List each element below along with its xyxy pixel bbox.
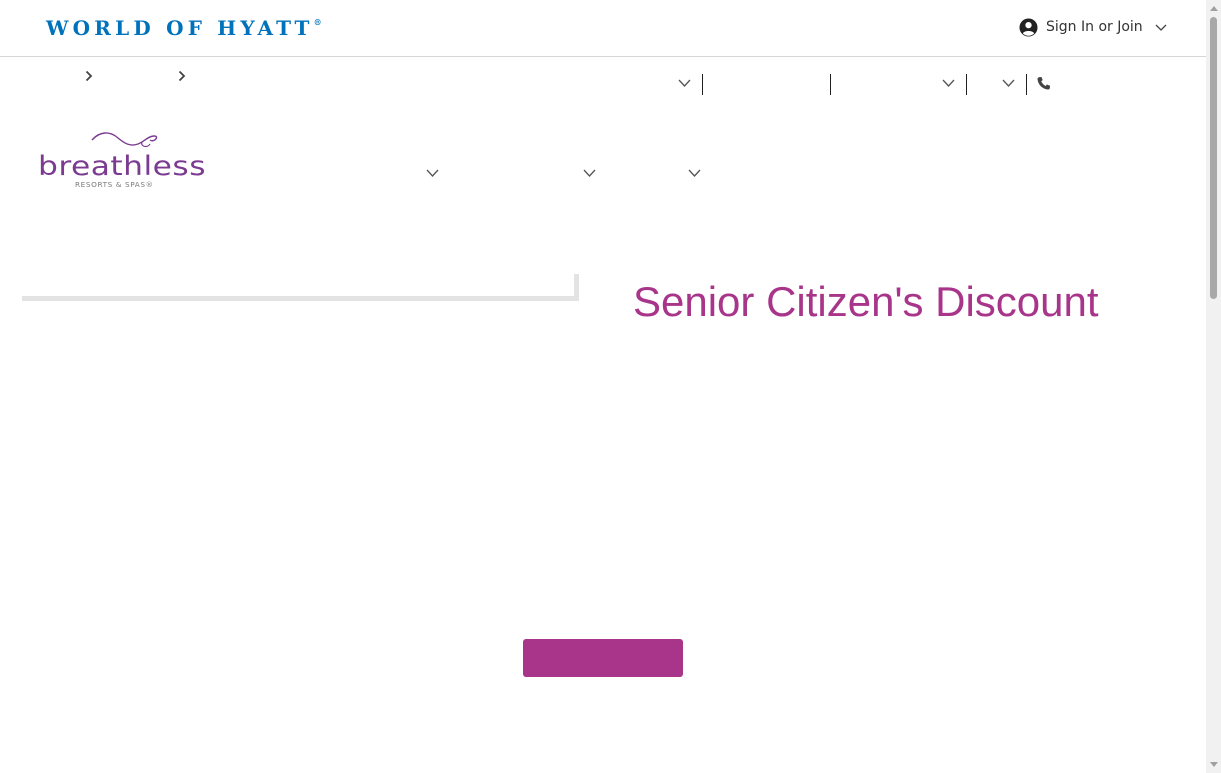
top-bar: WORLD OF HYATT® Sign In or Join [0, 0, 1206, 57]
breadcrumb-chevron-right-icon [178, 70, 186, 82]
user-circle-icon [1019, 17, 1038, 37]
resorts-and-spas-subtext: RESORTS & SPAS® [75, 180, 154, 189]
phone-icon[interactable] [1036, 76, 1051, 91]
sign-in-or-join-button[interactable]: Sign In or Join [1019, 17, 1167, 37]
world-of-hyatt-logo[interactable]: WORLD OF HYATT® [46, 16, 322, 40]
breathless-resorts-logo[interactable]: breathless RESORTS & SPAS® [38, 130, 210, 190]
utility-divider [702, 74, 703, 95]
utility-menu-chevron-down-icon[interactable] [678, 78, 691, 88]
utility-menu-chevron-down-icon[interactable] [942, 78, 955, 88]
utility-divider [830, 74, 831, 95]
offer-image-frame [22, 274, 579, 301]
breadcrumb-chevron-right-icon [85, 70, 93, 82]
main-nav-chevron-down-icon[interactable] [583, 168, 596, 178]
world-of-hyatt-logo-text: WORLD OF HYATT [46, 16, 314, 40]
offer-cta-button[interactable] [523, 639, 683, 677]
scroll-up-arrow-icon[interactable] [1210, 6, 1218, 11]
page-scrollbar[interactable] [1206, 0, 1221, 773]
breathless-wordmark: breathless [38, 151, 206, 182]
image-frame-shadow-right [574, 274, 579, 301]
main-nav-chevron-down-icon[interactable] [426, 168, 439, 178]
chevron-down-icon [1155, 24, 1167, 31]
utility-divider [1026, 74, 1027, 95]
utility-divider [966, 74, 967, 95]
scrollbar-thumb[interactable] [1210, 17, 1217, 299]
language-chevron-down-icon[interactable] [1002, 78, 1015, 88]
registered-mark: ® [313, 17, 322, 28]
offer-title: Senior Citizen's Discount [633, 278, 1099, 325]
scroll-down-arrow-icon[interactable] [1210, 762, 1218, 767]
image-frame-shadow-bottom [22, 296, 579, 301]
sign-in-label: Sign In or Join [1046, 19, 1143, 35]
main-nav-chevron-down-icon[interactable] [688, 168, 701, 178]
